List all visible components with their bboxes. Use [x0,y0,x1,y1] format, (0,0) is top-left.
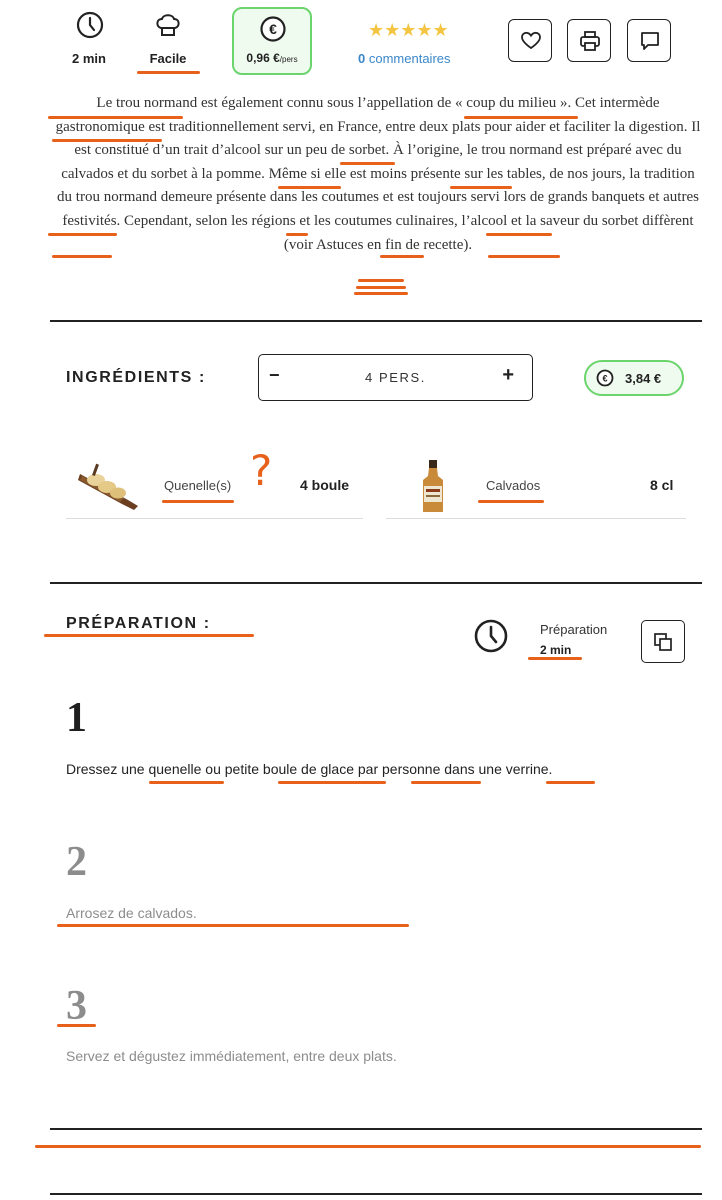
step-number: 1 [66,695,87,741]
svg-text:€: € [269,21,277,37]
copy-button[interactable] [641,620,685,663]
cost-per-person-unit: /pers [279,55,298,64]
ingredient-name[interactable]: Calvados [486,478,540,493]
ingredient-name-underline [478,500,544,503]
step-text: Dressez une quenelle ou petite boule de … [66,761,553,777]
ingredient-separator [386,518,686,519]
rating-stars[interactable]: ★★★★★ [368,20,449,41]
comments-count: 0 [358,51,366,66]
step-text: Arrosez de calvados. [66,905,197,921]
quenelle-image [78,463,138,510]
total-cost-badge: € 3,84 € [584,360,684,396]
section-divider [50,320,702,322]
ingredient-name[interactable]: Quenelle(s) [164,478,231,493]
clock-icon [474,619,508,653]
preparation-time-value: 2 min [540,643,572,657]
calvados-bottle-image [423,460,443,512]
comment-icon [641,32,659,50]
servings-value: 4 PERS. [364,370,427,385]
section-divider [50,1128,702,1130]
time-value: 2 min [72,51,106,66]
chef-hat-icon [156,14,180,36]
clock-icon [76,11,104,39]
ingredient-quantity: 8 cl [650,477,674,493]
preparation-time-label: Préparation [540,622,608,637]
step-text: Servez et dégustez immédiatement, entre … [66,1048,397,1064]
step-number: 3 [66,983,87,1029]
favorite-button[interactable] [508,19,552,62]
step-number: 2 [66,839,87,885]
question-mark-annotation: ? [250,446,273,495]
euro-icon: € [596,369,614,387]
ingredient-name-underline [162,500,234,503]
cost-per-person-badge: € 0,96 €/pers [232,7,312,75]
bottom-annotation-line [35,1145,701,1148]
heart-icon [521,31,541,50]
preparation-title-underline [44,634,254,637]
preparation-title: PRÉPARATION : [66,615,211,632]
ingredients-title: INGRÉDIENTS : [66,369,206,386]
preparation-time-underline [528,657,582,660]
ingredient-separator [66,518,363,519]
servings-stepper: − 4 PERS. + [258,354,533,401]
print-button[interactable] [567,19,611,62]
ingredient-quantity: 4 boule [300,477,350,493]
difficulty-underline [137,71,200,74]
copy-icon [654,633,672,651]
section-divider [50,1193,702,1195]
difficulty-value: Facile [149,51,187,66]
print-icon [580,31,600,51]
euro-icon: € [260,16,286,42]
comments-link[interactable]: 0 commentaires [358,51,451,66]
servings-increase-button[interactable]: + [502,364,514,387]
comments-label: commentaires [368,51,451,66]
total-cost-value: 3,84 € [625,371,662,386]
section-divider [50,582,702,584]
cost-per-person-value: 0,96 € [246,51,280,65]
svg-text:€: € [602,374,607,384]
comment-button[interactable] [627,19,671,62]
